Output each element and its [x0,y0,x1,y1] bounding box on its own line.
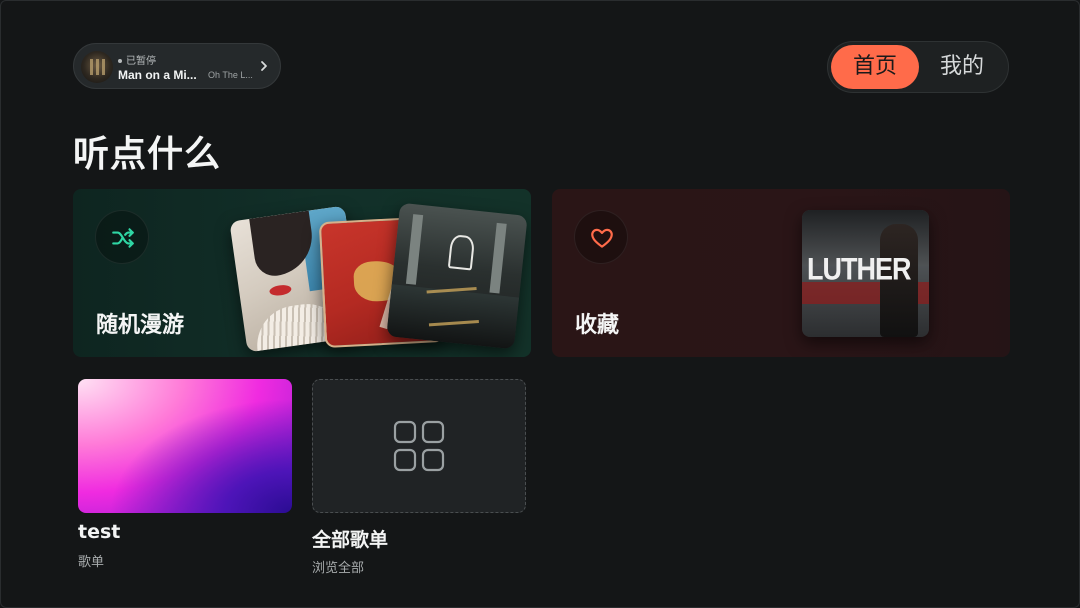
shuffle-icon [112,228,134,248]
all-playlists-tile[interactable] [312,379,526,513]
random-roam-label: 随机漫游 [96,313,185,338]
playback-status: 已暂停 [118,52,156,67]
status-dot-icon [118,59,122,63]
heart-icon [591,228,613,248]
tab-switcher: 首页 我的 [827,41,1009,93]
album-cover-thumbnail [81,51,113,83]
section-title: 听点什么 [73,134,222,175]
favorites-card[interactable]: LUTHER 收藏 [552,189,1010,357]
album-cover-3 [386,202,528,350]
now-playing-bar[interactable]: 已暂停 Man on a Mi... Oh The L... [73,43,281,89]
shuffle-icon-container [95,210,149,264]
playlist-subtitle: 歌单 [78,555,105,570]
playlist-title[interactable]: test [78,521,120,543]
app-window: 已暂停 Man on a Mi... Oh The L... 首页 我的 听点什… [0,0,1080,608]
tab-mine[interactable]: 我的 [918,45,1006,89]
playback-status-text: 已暂停 [126,56,156,67]
chevron-right-icon [261,61,267,71]
all-playlists-title[interactable]: 全部歌单 [312,525,388,552]
playlist-cover-test[interactable] [78,379,292,513]
all-playlists-subtitle: 浏览全部 [312,561,365,576]
random-roam-card[interactable]: 随机漫游 [73,189,531,357]
heart-icon-container [574,210,628,264]
favorites-label: 收藏 [575,313,620,338]
now-playing-title: Man on a Mi... [118,68,197,82]
tab-home[interactable]: 首页 [831,45,919,89]
now-playing-artist: Oh The L... [208,70,253,80]
album-cover-favorite: LUTHER [802,210,929,337]
grid-icon [393,420,445,472]
